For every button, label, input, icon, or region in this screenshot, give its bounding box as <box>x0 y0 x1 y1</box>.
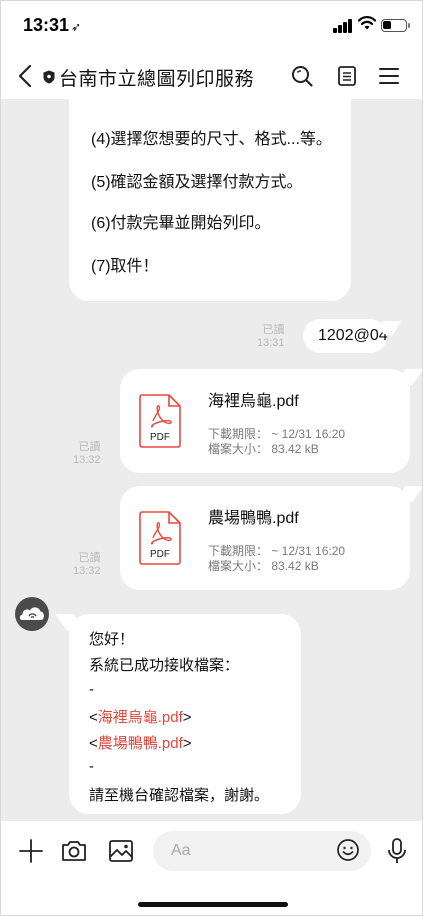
cloud-logo-icon <box>19 607 44 620</box>
sent-message-bubble[interactable]: 1202@04 <box>303 319 388 353</box>
instruction-step: (7)取件！ <box>91 258 159 275</box>
reply-greeting: 您好！ <box>89 631 135 648</box>
battery-icon <box>381 19 410 32</box>
reply-file-line: <農場鴨鴨.pdf> <box>89 735 192 752</box>
back-arrow-icon[interactable] <box>15 63 37 89</box>
wifi-icon <box>358 16 376 30</box>
instruction-step: (6)付款完畢並開始列印。 <box>91 215 271 232</box>
read-receipt: 已讀 13:31 <box>257 324 285 349</box>
file-size: 檔案大小： 83.42 kB <box>208 559 319 573</box>
emoji-icon[interactable] <box>336 838 360 862</box>
sent-message-text: 1202@04 <box>318 327 388 344</box>
status-time: 13:31 ➶ <box>23 15 82 35</box>
chat-title[interactable]: 台南市立總圖列印服務 <box>59 64 254 91</box>
pdf-file-icon: PDF <box>139 511 181 565</box>
message-input-bar <box>1 821 422 915</box>
file-name: 海裡烏龜.pdf <box>208 393 299 410</box>
status-bar: 13:31 ➶ <box>1 1 422 53</box>
home-indicator <box>138 902 288 907</box>
svg-text:PDF: PDF <box>150 432 170 443</box>
read-receipt: 已讀 13:32 <box>73 441 101 466</box>
instructions-bubble[interactable]: (4)選擇您想要的尺寸、格式...等。 (5)確認金額及選擇付款方式。 (6)付… <box>69 99 351 301</box>
instruction-step: (5)確認金額及選擇付款方式。 <box>91 174 303 191</box>
reply-text: 系統已成功接收檔案： <box>89 657 240 674</box>
read-receipt: 已讀 13:32 <box>73 552 101 577</box>
file-name: 農場鴨鴨.pdf <box>208 510 299 527</box>
reply-separator: - <box>89 681 94 698</box>
reply-text: 請至機台確認檔案，謝謝。 <box>89 787 270 804</box>
chat-area[interactable]: (4)選擇您想要的尺寸、格式...等。 (5)確認金額及選擇付款方式。 (6)付… <box>1 99 422 821</box>
signal-icon <box>333 19 353 33</box>
chat-header: 台南市立總圖列印服務 <box>1 53 422 99</box>
instruction-step: (4)選擇您想要的尺寸、格式...等。 <box>91 131 332 148</box>
pdf-file-icon: PDF <box>139 394 181 448</box>
menu-icon[interactable] <box>377 64 401 88</box>
location-arrow-icon: ➶ <box>71 20 82 34</box>
search-icon[interactable] <box>290 64 314 88</box>
reply-file-line: <海裡烏龜.pdf> <box>89 709 192 726</box>
reply-separator: - <box>89 758 94 775</box>
sender-avatar[interactable] <box>15 597 49 631</box>
image-icon[interactable] <box>107 837 135 865</box>
file-link[interactable]: 農場鴨鴨.pdf <box>98 735 183 752</box>
microphone-icon[interactable] <box>383 837 411 865</box>
notes-icon[interactable] <box>335 64 359 88</box>
pdf-file-message[interactable]: PDF 海裡烏龜.pdf 下載期限： ~ 12/31 16:20 檔案大小： 8… <box>120 369 410 473</box>
file-size: 檔案大小： 83.42 kB <box>208 442 319 456</box>
reply-bubble[interactable]: 您好！ 系統已成功接收檔案： - <海裡烏龜.pdf> <農場鴨鴨.pdf> -… <box>69 614 301 814</box>
shield-badge-icon <box>43 70 55 84</box>
camera-icon[interactable] <box>60 837 88 865</box>
phone-screen: 13:31 ➶ 台南市立總圖列印服務 (4)選擇您想要的尺寸、格式...等。 (… <box>0 0 423 916</box>
file-link[interactable]: 海裡烏龜.pdf <box>98 709 183 726</box>
plus-icon[interactable] <box>17 837 45 865</box>
pdf-file-message[interactable]: PDF 農場鴨鴨.pdf 下載期限： ~ 12/31 16:20 檔案大小： 8… <box>120 486 410 590</box>
svg-text:PDF: PDF <box>150 549 170 560</box>
